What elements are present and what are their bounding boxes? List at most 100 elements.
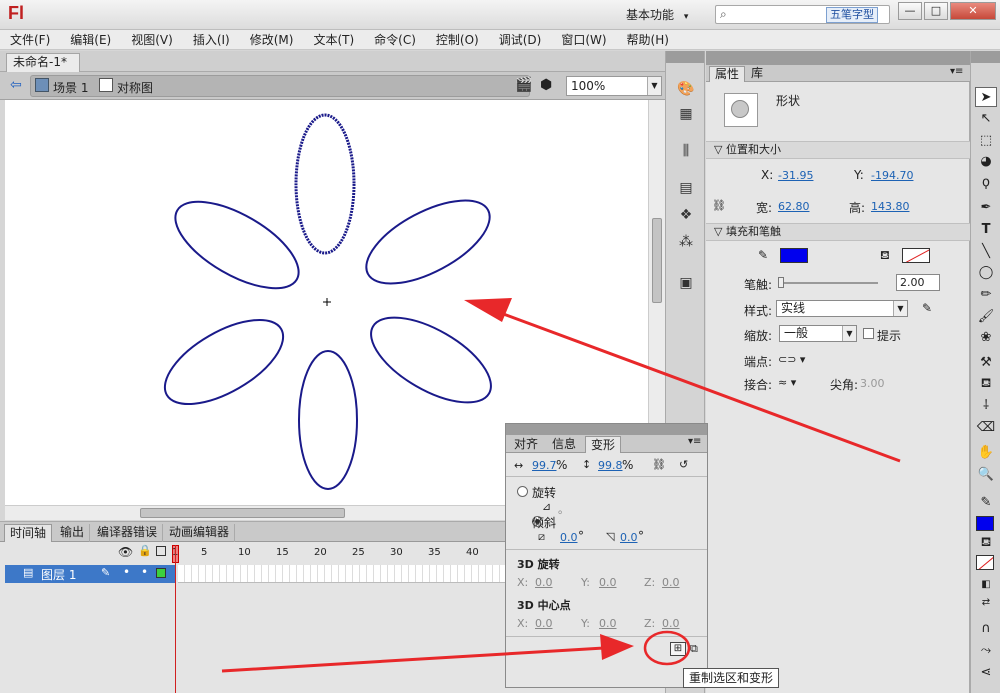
panel-menu-icon[interactable]: ▾≡ [950,66,963,77]
duplicate-and-transform-button[interactable]: ⊞ [670,642,686,656]
back-arrow-icon[interactable]: ⇦ [10,77,22,93]
smooth-icon[interactable]: ⤳ [975,641,997,661]
pencil-tool-icon[interactable]: ✏ [975,285,997,305]
slider-handle[interactable] [778,277,784,288]
bone-tool-icon[interactable]: ⚒ [975,353,997,373]
petal-top-selected[interactable] [294,113,356,255]
subselection-tool-icon[interactable]: ↖ [975,109,997,129]
transform-panel-header[interactable] [506,424,707,435]
frame-grid[interactable] [178,565,508,583]
reset-icon[interactable]: ↺ [679,458,688,471]
tab-motion-editor[interactable]: 动画编辑器 [164,524,236,542]
menu-edit[interactable]: 编辑(E) [70,31,111,48]
3d-rotation-x[interactable]: 0.0 [535,576,553,589]
width-value[interactable]: 62.80 [778,200,810,213]
tab-info[interactable]: 信息 [547,436,581,453]
join-select[interactable]: ≈ ▾ [778,376,796,389]
minimize-button[interactable]: — [898,2,922,20]
visibility-dot[interactable]: • [123,565,130,579]
swatches-grid-icon[interactable]: ▦ [674,103,698,125]
stroke-width-input[interactable]: 2.00 [896,274,940,291]
eyedropper-tool-icon[interactable]: ⸸ [975,396,997,416]
petal-upper-right[interactable] [354,184,502,301]
lock-ratio-icon[interactable]: ⛓ [712,199,726,212]
skew-vertical-value[interactable]: 0.0 [620,531,638,544]
document-tab[interactable]: 未命名-1* × [6,53,80,86]
3d-center-x[interactable]: 0.0 [535,617,553,630]
miter-value[interactable]: 3.00 [860,377,885,390]
rotate-radio[interactable] [517,486,528,497]
lock-dot[interactable]: • [141,565,148,579]
project-icon[interactable]: ▣ [674,272,698,294]
section-position-size[interactable]: ▽ 位置和大小 [706,141,970,159]
petal-lower-left[interactable] [152,303,296,421]
stroke-color-swatch[interactable] [780,248,808,263]
stroke-color-tool-icon[interactable]: ✎ [975,493,997,513]
x-value[interactable]: -31.95 [778,169,813,182]
components-icon[interactable]: ❖ [674,204,698,226]
scroll-thumb[interactable] [652,218,662,303]
stroke-width-slider[interactable] [778,277,878,288]
scale-select[interactable]: 一般 ▼ [779,325,857,342]
breadcrumb-scene[interactable]: 场景 1 [53,79,88,96]
selection-tool-icon[interactable]: ➤ [975,87,997,107]
motion-presets-icon[interactable]: ⁂ [674,231,698,253]
menu-modify[interactable]: 修改(M) [250,31,294,48]
default-colors-icon[interactable]: ◧ [975,575,997,595]
3d-center-z[interactable]: 0.0 [662,617,680,630]
section-fill-stroke[interactable]: ▽ 填充和笔触 [706,223,970,241]
menu-file[interactable]: 文件(F) [10,31,50,48]
tab-compiler-errors[interactable]: 编译器错误 [92,524,164,542]
menu-insert[interactable]: 插入(I) [193,31,230,48]
line-tool-icon[interactable]: ╲ [975,242,997,262]
panel-menu-icon[interactable]: ▾≡ [688,436,701,447]
menu-text[interactable]: 文本(T) [313,31,354,48]
pen-tool-icon[interactable]: ✒ [975,198,997,218]
height-value[interactable]: 143.80 [871,200,910,213]
petal-bottom[interactable] [298,350,358,490]
free-transform-tool-icon[interactable]: ⬚ [975,131,997,151]
lock-icon[interactable]: 🔒 [138,544,152,557]
deco-tool-icon[interactable]: ❀ [975,328,997,348]
fill-color-well[interactable] [976,555,994,570]
close-button[interactable]: ✕ [950,2,996,20]
eye-icon[interactable]: 👁 [118,545,133,559]
menu-debug[interactable]: 调试(D) [499,31,542,48]
menu-control[interactable]: 控制(O) [436,31,479,48]
tab-library[interactable]: 库 [746,66,768,82]
brush-tool-icon[interactable]: 🖌 [975,307,997,327]
straighten-icon[interactable]: ⋖ [975,663,997,683]
hand-tool-icon[interactable]: ✋ [975,443,997,463]
color-palette-icon[interactable]: 🎨 [674,78,698,100]
layer-name[interactable]: 图层 1 [41,566,76,583]
fill-color-swatch[interactable] [902,248,930,263]
eraser-tool-icon[interactable]: ⌫ [975,418,997,438]
y-value[interactable]: -194.70 [871,169,913,182]
stroke-style-select[interactable]: 实线 ▼ [776,300,908,317]
menu-help[interactable]: 帮助(H) [627,31,669,48]
3d-center-y[interactable]: 0.0 [599,617,617,630]
tab-transform[interactable]: 变形 [585,436,622,453]
menu-commands[interactable]: 命令(C) [374,31,416,48]
lasso-tool-icon[interactable]: ϙ [975,173,997,193]
scroll-thumb[interactable] [140,508,345,518]
outline-icon[interactable] [156,546,166,556]
ime-indicator[interactable]: 五笔字型 [826,7,878,23]
snap-magnet-icon[interactable]: ∩ [975,619,997,639]
petal-upper-left[interactable] [162,185,312,306]
scale-height-value[interactable]: 99.8 [598,459,623,472]
workspace-switcher[interactable]: 基本功能 ▾ [626,6,688,23]
stroke-color-well[interactable] [976,516,994,531]
zoom-tool-icon[interactable]: 🔍 [975,465,997,485]
swap-colors-icon[interactable]: ⇄ [975,593,997,613]
oval-tool-icon[interactable]: ◯ [975,263,997,283]
skew-horizontal-value[interactable]: 0.0 [560,531,578,544]
fill-color-tool-icon[interactable]: ⛾ [975,533,997,553]
tab-align[interactable]: 对齐 [509,436,543,453]
layer-color-swatch[interactable] [156,568,166,578]
constrain-icon[interactable]: ⛓ [652,458,666,471]
tab-properties[interactable]: 属性 [709,66,746,82]
paint-bucket-tool-icon[interactable]: ⛾ [975,374,997,394]
3d-rotation-tool-icon[interactable]: ◕ [975,152,997,172]
menu-window[interactable]: 窗口(W) [561,31,606,48]
